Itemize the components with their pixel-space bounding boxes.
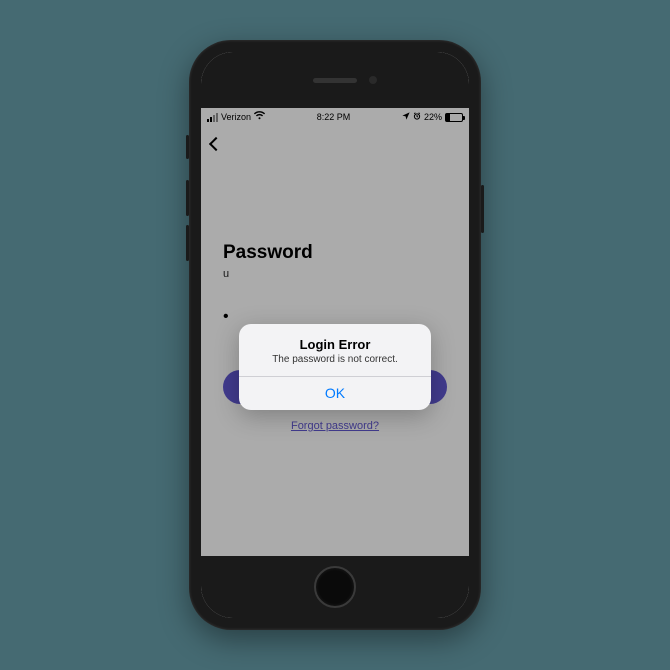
mute-switch xyxy=(186,135,189,159)
front-camera xyxy=(369,76,377,84)
volume-up-button xyxy=(186,180,189,216)
login-error-alert: Login Error The password is not correct.… xyxy=(239,324,431,410)
screen: Verizon 8:22 PM 22% xyxy=(201,52,469,618)
app-viewport: Verizon 8:22 PM 22% xyxy=(201,108,469,556)
alert-ok-button[interactable]: OK xyxy=(239,377,431,410)
bottom-bezel xyxy=(201,556,469,618)
phone-frame: Verizon 8:22 PM 22% xyxy=(189,40,481,630)
top-bezel xyxy=(201,52,469,108)
home-button[interactable] xyxy=(314,566,356,608)
speaker xyxy=(313,78,357,83)
power-button xyxy=(481,185,484,233)
volume-down-button xyxy=(186,225,189,261)
alert-message: The password is not correct. xyxy=(249,354,421,365)
alert-body: Login Error The password is not correct. xyxy=(239,324,431,376)
alert-title: Login Error xyxy=(249,337,421,352)
